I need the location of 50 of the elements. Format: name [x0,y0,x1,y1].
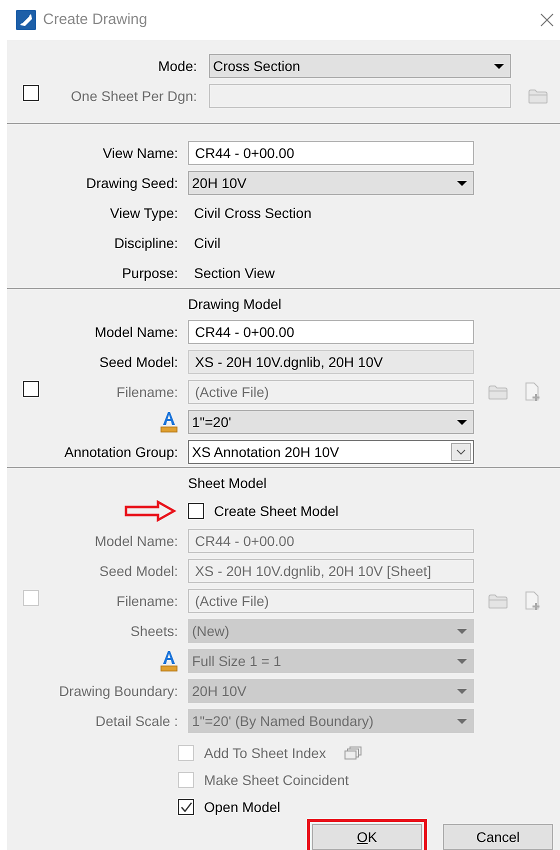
caret-icon [457,718,467,724]
dialog-button[interactable]: OK [312,824,422,850]
field-label: Mode: [158,57,197,76]
field-label: Seed Model: [99,562,178,581]
field-value: Section View [193,264,276,283]
dropdown[interactable]: Cross Section [209,54,511,78]
input-field[interactable]: XS - 20H 10V.dgnlib, 20H 10V [188,350,474,374]
checkbox-label: Open Model [204,798,280,817]
section-heading: Sheet Model [188,474,267,493]
field-label: One Sheet Per Dgn: [70,87,197,106]
caret-icon [457,658,467,664]
app-logo-icon [16,10,36,30]
field-label: Annotation Group: [64,443,178,462]
field-label: Detail Scale : [96,712,178,731]
field-label: Drawing Boundary: [58,682,178,701]
caret-icon [457,688,467,694]
field-value: Civil Cross Section [193,204,312,223]
checkbox-label: Create Sheet Model [214,502,339,520]
caret-icon [457,628,467,634]
field-label: Drawing Seed: [86,174,178,193]
dropdown[interactable]: 1"=20' [188,410,474,434]
field-label: Model Name: [94,532,178,551]
combo-box[interactable]: XS Annotation 20H 10V [188,440,474,464]
checkbox[interactable] [178,799,194,815]
input-field[interactable]: CR44 - 0+00.00 [188,320,474,344]
field-label: View Name: [102,144,178,163]
caret-icon [457,180,467,186]
caret-icon [494,64,504,68]
chevron-icon [456,449,466,455]
section-heading: Drawing Model [188,295,282,314]
field-label: Sheets: [130,622,178,641]
field-value: Civil [193,234,222,253]
checkbox-label: Make Sheet Coincident [204,770,349,790]
checkbox[interactable] [188,503,204,519]
field-label: View Type: [110,204,178,223]
input-field[interactable]: CR44 - 0+00.00 [188,141,474,165]
field-label: Filename: [116,592,178,611]
dialog-button[interactable]: Cancel [443,824,553,850]
field-label: Filename: [116,383,178,402]
input-field[interactable] [209,84,511,108]
field-label: Seed Model: [99,353,178,372]
field-label: Discipline: [114,234,178,253]
window-title: Create Drawing [43,10,148,30]
checkmark-icon [180,802,192,812]
close-icon[interactable] [540,13,554,27]
caret-icon [457,420,467,424]
checkbox-label: Add To Sheet Index [204,744,326,762]
field-label: Model Name: [94,323,178,342]
dropdown[interactable]: 20H 10V [188,171,474,195]
field-label: Purpose: [122,264,178,283]
